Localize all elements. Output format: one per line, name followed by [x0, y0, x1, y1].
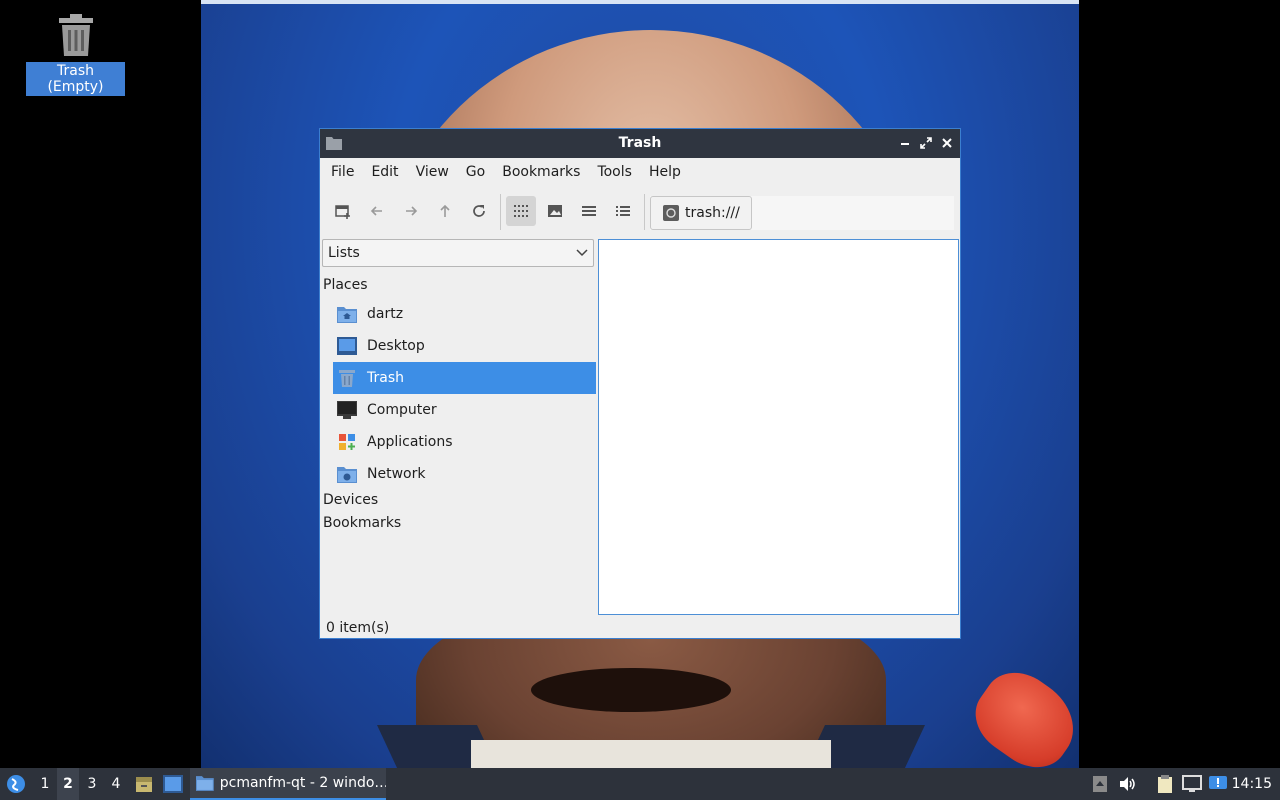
- side-panel: Lists Places dartz Desktop Trash Compute…: [322, 239, 596, 615]
- sidebar-item-label: Desktop: [367, 338, 425, 354]
- path-crumb-label: trash:///: [685, 205, 740, 221]
- computer-icon: [337, 401, 357, 419]
- window-title: Trash: [618, 135, 662, 151]
- window-titlebar[interactable]: Trash: [320, 129, 960, 158]
- task-button-label: pcmanfm-qt - 2 windo…: [219, 775, 386, 791]
- home-folder-icon: [337, 305, 357, 323]
- sidebar-item-trash[interactable]: Trash: [333, 362, 596, 394]
- compact-view-button[interactable]: [574, 196, 604, 226]
- places-heading[interactable]: Places: [323, 277, 368, 293]
- maximize-button[interactable]: [918, 135, 934, 151]
- menu-go[interactable]: Go: [459, 160, 492, 184]
- forward-button[interactable]: [396, 196, 426, 226]
- sidebar-item-computer[interactable]: Computer: [333, 394, 596, 426]
- trash-icon: [663, 205, 679, 221]
- desktop-trash-shortcut[interactable]: Trash (Empty): [26, 14, 125, 96]
- sidebar-item-label: Applications: [367, 434, 453, 450]
- desktop-icon: [337, 337, 357, 355]
- chevron-up-icon: [1093, 776, 1107, 792]
- sidebar-item-applications[interactable]: Applications: [333, 426, 596, 458]
- notification-icon: [1209, 776, 1227, 789]
- sidebar-item-label: Trash: [367, 370, 404, 386]
- start-menu-button[interactable]: [2, 768, 30, 800]
- chevron-down-icon: [576, 249, 588, 257]
- trash-icon: [337, 369, 357, 387]
- desktop-icon: [163, 775, 183, 793]
- up-button[interactable]: [430, 196, 460, 226]
- status-bar-text: 0 item(s): [326, 620, 390, 636]
- sidebar-item-desktop[interactable]: Desktop: [333, 330, 596, 362]
- clock[interactable]: 14:15: [1232, 768, 1272, 800]
- desktop-switch-1[interactable]: 1: [34, 768, 56, 800]
- speaker-icon: [1120, 777, 1135, 791]
- side-panel-view-select[interactable]: Lists: [322, 239, 594, 267]
- file-cabinet-icon: [136, 777, 152, 792]
- menu-edit[interactable]: Edit: [364, 160, 405, 184]
- file-manager-window: Trash File Edit View Go Bookmarks Tools …: [319, 128, 961, 639]
- close-button[interactable]: [939, 135, 955, 151]
- sidebar-item-label: Network: [367, 466, 426, 482]
- menubar: File Edit View Go Bookmarks Tools Help: [320, 158, 960, 186]
- clipboard-tray-icon[interactable]: [1154, 768, 1176, 800]
- clipboard-icon: [1158, 775, 1172, 793]
- menu-file[interactable]: File: [324, 160, 361, 184]
- file-list-view[interactable]: [598, 239, 959, 615]
- show-desktop-button[interactable]: [162, 768, 184, 800]
- minimize-button[interactable]: [897, 135, 913, 151]
- desktop-switch-2[interactable]: 2: [57, 768, 79, 800]
- sidebar-item-network[interactable]: Network: [333, 458, 596, 490]
- new-tab-button[interactable]: [328, 196, 358, 226]
- desktop-switch-4[interactable]: 4: [105, 768, 127, 800]
- icon-view-button[interactable]: [506, 196, 536, 226]
- volume-button[interactable]: [1117, 768, 1139, 800]
- toolbar: trash:///: [320, 186, 960, 238]
- desktop-switch-3[interactable]: 3: [81, 768, 103, 800]
- quicklaunch-file-manager[interactable]: [133, 768, 155, 800]
- menu-tools[interactable]: Tools: [590, 160, 639, 184]
- task-button-pcmanfm[interactable]: pcmanfm-qt - 2 windo…: [190, 768, 386, 800]
- sidebar-item-label: Computer: [367, 402, 437, 418]
- devices-heading[interactable]: Devices: [323, 492, 378, 508]
- bookmarks-heading[interactable]: Bookmarks: [323, 515, 401, 531]
- side-panel-view-value: Lists: [328, 245, 360, 261]
- path-bar: trash:///: [650, 196, 954, 230]
- folder-icon: [196, 776, 214, 791]
- menu-bookmarks[interactable]: Bookmarks: [495, 160, 587, 184]
- sidebar-item-label: dartz: [367, 306, 404, 322]
- reload-button[interactable]: [464, 196, 494, 226]
- back-button[interactable]: [362, 196, 392, 226]
- trash-icon: [58, 14, 94, 56]
- network-folder-icon: [337, 465, 357, 483]
- lxqt-logo-icon: [7, 775, 25, 793]
- menu-view[interactable]: View: [409, 160, 456, 184]
- detailed-list-view-button[interactable]: [608, 196, 638, 226]
- notification-tray-icon[interactable]: [1207, 768, 1229, 800]
- desktop-trash-label: Trash (Empty): [26, 62, 125, 96]
- applications-icon: [337, 433, 357, 451]
- path-crumb-trash[interactable]: trash:///: [650, 196, 752, 230]
- menu-help[interactable]: Help: [642, 160, 688, 184]
- thumbnail-view-button[interactable]: [540, 196, 570, 226]
- network-icon: [1182, 775, 1202, 792]
- sidebar-item-dartz[interactable]: dartz: [333, 298, 596, 330]
- taskbar: 1 2 3 4 pcmanfm-qt - 2 windo… 14:15: [0, 768, 1280, 800]
- tray-expand-button[interactable]: [1090, 768, 1110, 800]
- network-tray-icon[interactable]: [1181, 768, 1203, 800]
